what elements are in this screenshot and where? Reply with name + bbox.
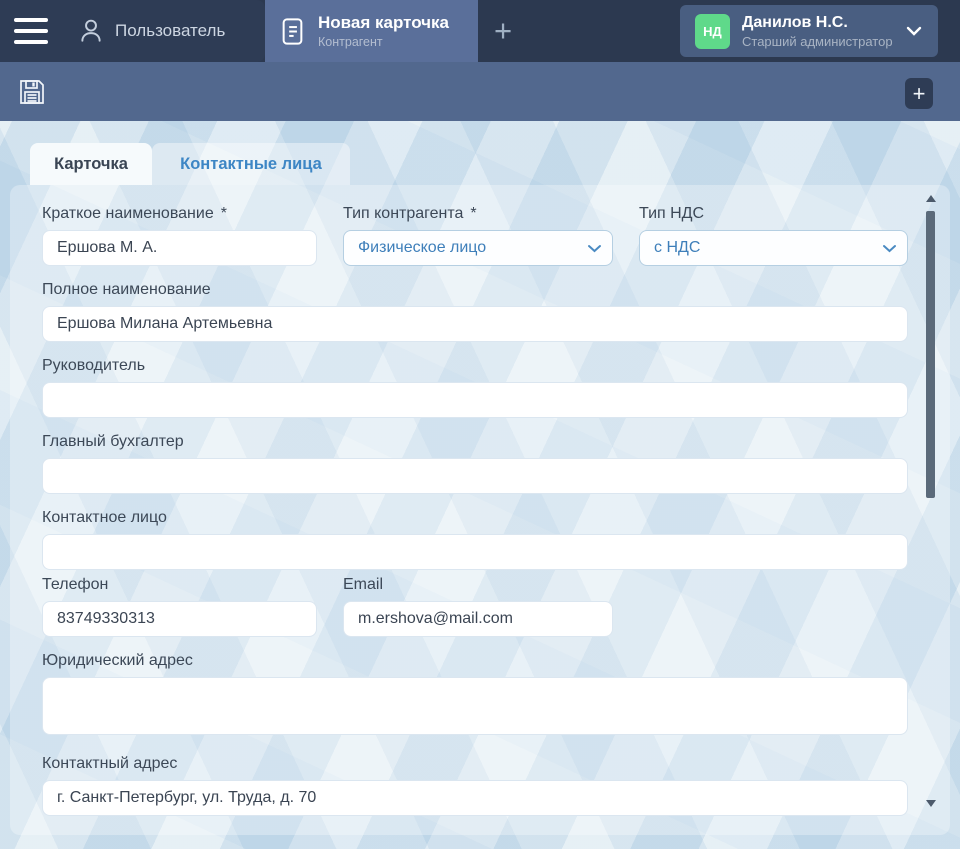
full-name-input[interactable]	[42, 306, 908, 342]
card-tabs: Карточка Контактные лица	[30, 143, 350, 185]
plus-icon: +	[494, 16, 512, 46]
document-icon	[279, 16, 306, 47]
head-input[interactable]	[42, 382, 908, 418]
contact-person-label: Контактное лицо	[42, 509, 908, 527]
save-button[interactable]	[16, 76, 48, 108]
tab-card[interactable]: Карточка	[30, 143, 152, 185]
chevron-down-icon	[906, 26, 922, 36]
add-item-button[interactable]: +	[905, 78, 933, 109]
email-input[interactable]	[343, 601, 613, 637]
menu-hamburger-icon[interactable]	[14, 18, 48, 44]
user-icon	[78, 17, 104, 45]
counterparty-type-select[interactable]: Физическое лицо	[343, 230, 613, 266]
contact-address-input[interactable]	[42, 780, 908, 816]
vat-type-label: Тип НДС	[639, 205, 908, 223]
scrollbar-thumb[interactable]	[926, 211, 935, 498]
chief-accountant-input[interactable]	[42, 458, 908, 494]
user-tab-block: Пользователь	[0, 0, 265, 62]
card-form-panel: Краткое наименование* Тип контрагента* Ф…	[10, 185, 950, 835]
full-name-label: Полное наименование	[42, 281, 908, 299]
tab-user[interactable]: Пользователь	[78, 17, 225, 45]
toolbar: +	[0, 62, 960, 121]
chevron-down-icon	[882, 244, 897, 253]
contact-address-label: Контактный адрес	[42, 755, 908, 773]
user-profile-menu[interactable]: НД Данилов Н.С. Старший администратор	[680, 5, 938, 57]
counterparty-type-value: Физическое лицо	[358, 239, 486, 257]
tab-contact-persons[interactable]: Контактные лица	[152, 143, 350, 185]
tab-new-card-title: Новая карточка	[318, 13, 449, 33]
vat-type-select[interactable]: с НДС	[639, 230, 908, 266]
scroll-up-arrow-icon[interactable]	[926, 195, 936, 202]
tab-new-card-subtitle: Контрагент	[318, 35, 449, 49]
contact-person-input[interactable]	[42, 534, 908, 570]
save-icon	[16, 76, 48, 108]
tab-card-label: Карточка	[54, 155, 128, 174]
scroll-down-arrow-icon[interactable]	[926, 800, 936, 807]
email-label: Email	[343, 576, 613, 594]
tab-contact-persons-label: Контактные лица	[180, 155, 322, 174]
tab-new-card[interactable]: Новая карточка Контрагент	[265, 0, 478, 62]
content-area: Карточка Контактные лица Краткое наимено…	[0, 121, 960, 849]
profile-name: Данилов Н.С.	[742, 14, 906, 32]
vertical-scrollbar	[925, 185, 936, 835]
top-navigation-bar: Пользователь Новая карточка Контрагент +…	[0, 0, 960, 62]
add-tab-button[interactable]: +	[486, 14, 520, 48]
short-name-input[interactable]	[42, 230, 317, 266]
profile-role: Старший администратор	[742, 34, 906, 49]
legal-address-label: Юридический адрес	[42, 652, 908, 670]
legal-address-textarea[interactable]	[42, 677, 908, 735]
avatar: НД	[695, 14, 730, 49]
counterparty-type-label: Тип контрагента*	[343, 205, 613, 223]
phone-input[interactable]	[42, 601, 317, 637]
plus-icon: +	[913, 81, 926, 107]
short-name-label: Краткое наименование*	[42, 205, 317, 223]
chevron-down-icon	[587, 244, 602, 253]
tab-user-label: Пользователь	[115, 21, 225, 41]
chief-accountant-label: Главный бухгалтер	[42, 433, 908, 451]
head-label: Руководитель	[42, 357, 908, 375]
phone-label: Телефон	[42, 576, 317, 594]
vat-type-value: с НДС	[654, 239, 700, 257]
